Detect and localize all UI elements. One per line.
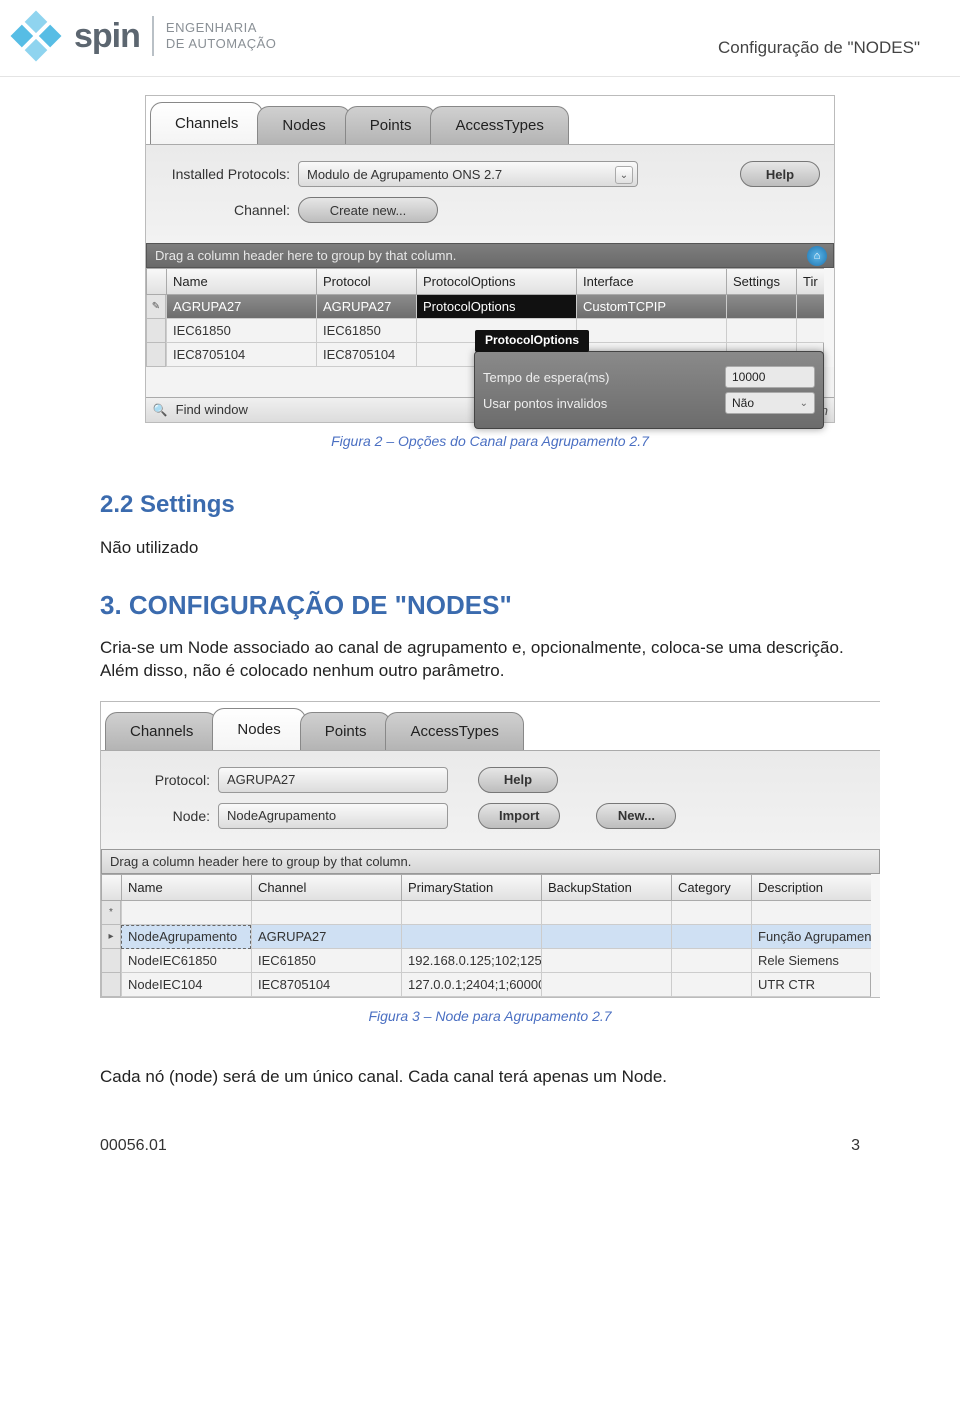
cell-name[interactable]: IEC61850 xyxy=(166,319,316,343)
cell-category[interactable] xyxy=(671,973,751,997)
cell-description[interactable]: Função Agrupamento xyxy=(751,925,871,949)
nodes-grid: Name Channel PrimaryStation BackupStatio… xyxy=(101,874,880,997)
cell-protocol[interactable]: IEC8705104 xyxy=(316,343,416,367)
cell-protocol[interactable]: AGRUPA27 xyxy=(316,295,416,319)
cell-primary[interactable]: 127.0.0.1;2404;1;60000... xyxy=(401,973,541,997)
col-name[interactable]: Name xyxy=(121,874,251,901)
protocol-options-popup: ProtocolOptions Tempo de espera(ms) 1000… xyxy=(474,351,824,429)
tab-channels[interactable]: Channels xyxy=(150,102,263,144)
page-header: spin ENGENHARIA DE AUTOMAÇÃO Configuraçã… xyxy=(0,0,960,77)
search-icon: 🔍 xyxy=(152,402,168,418)
row-edit-icon[interactable]: ✎ xyxy=(146,295,166,319)
text-nao-utilizado: Não utilizado xyxy=(100,537,880,560)
col-description[interactable]: Description xyxy=(751,874,871,901)
closing-paragraph: Cada nó (node) será de um único canal. C… xyxy=(100,1066,880,1089)
heading-2-2-settings: 2.2 Settings xyxy=(100,491,880,519)
cell-settings[interactable] xyxy=(726,295,796,319)
installed-protocols-dropdown[interactable]: Modulo de Agrupamento ONS 2.7 ⌄ xyxy=(298,161,638,187)
cell-primary[interactable]: 192.168.0.125;102;125... xyxy=(401,949,541,973)
spin-logo-icon xyxy=(8,8,64,64)
cell-backup[interactable] xyxy=(541,925,671,949)
logo-text-spin: spin xyxy=(74,17,140,56)
text-section3-para: Cria-se um Node associado ao canal de ag… xyxy=(100,637,880,683)
protocol-dropdown[interactable]: AGRUPA27 xyxy=(218,767,448,793)
tab-points[interactable]: Points xyxy=(300,712,392,750)
help-button[interactable]: Help xyxy=(740,161,820,187)
page-footer: 00056.01 3 xyxy=(0,1107,960,1155)
cell-name[interactable]: NodeIEC61850 xyxy=(121,949,251,973)
cell-tir[interactable] xyxy=(796,295,824,319)
col-interface[interactable]: Interface xyxy=(576,268,726,295)
popup-input-wait[interactable]: 10000 xyxy=(725,366,815,388)
cell-interface[interactable]: CustomTCPIP xyxy=(576,295,726,319)
import-button[interactable]: Import xyxy=(478,803,560,829)
popup-label-invalid: Usar pontos invalidos xyxy=(483,396,607,411)
current-row-icon[interactable]: ▸ xyxy=(101,925,121,949)
cell-name[interactable]: AGRUPA27 xyxy=(166,295,316,319)
doc-id: 00056.01 xyxy=(100,1137,167,1155)
chevron-down-icon: ⌄ xyxy=(615,166,633,184)
cell-name[interactable]: NodeIEC104 xyxy=(121,973,251,997)
node-dropdown[interactable]: NodeAgrupamento xyxy=(218,803,448,829)
chevron-down-icon: ⌄ xyxy=(800,398,808,409)
figure-2-caption: Figura 2 – Opções do Canal para Agrupame… xyxy=(100,433,880,449)
col-tir[interactable]: Tir xyxy=(796,268,824,295)
cell-protocoloptions[interactable]: ProtocolOptions xyxy=(416,295,576,319)
cell-category[interactable] xyxy=(671,925,751,949)
logo-subtitle: ENGENHARIA DE AUTOMAÇÃO xyxy=(166,20,277,51)
label-node: Node: xyxy=(115,808,210,824)
tab-accesstypes[interactable]: AccessTypes xyxy=(385,712,523,750)
cell-description[interactable]: Rele Siemens xyxy=(751,949,871,973)
col-settings[interactable]: Settings xyxy=(726,268,796,295)
group-by-hint-bar[interactable]: Drag a column header here to group by th… xyxy=(101,849,880,874)
tab-accesstypes[interactable]: AccessTypes xyxy=(430,106,568,144)
create-new-channel-button[interactable]: Create new... xyxy=(298,197,438,223)
col-channel[interactable]: Channel xyxy=(251,874,401,901)
col-protocol[interactable]: Protocol xyxy=(316,268,416,295)
group-by-hint-bar[interactable]: Drag a column header here to group by th… xyxy=(146,243,834,268)
col-category[interactable]: Category xyxy=(671,874,751,901)
tab-channels[interactable]: Channels xyxy=(105,712,218,750)
tab-nodes[interactable]: Nodes xyxy=(212,708,305,750)
cell-protocol[interactable]: IEC61850 xyxy=(316,319,416,343)
new-button[interactable]: New... xyxy=(596,803,676,829)
logo-block: spin ENGENHARIA DE AUTOMAÇÃO xyxy=(8,8,276,64)
cell-backup[interactable] xyxy=(541,973,671,997)
cell-category[interactable] xyxy=(671,949,751,973)
tab-nodes[interactable]: Nodes xyxy=(257,106,350,144)
col-backup[interactable]: BackupStation xyxy=(541,874,671,901)
tab-points[interactable]: Points xyxy=(345,106,437,144)
cell-description[interactable]: UTR CTR xyxy=(751,973,871,997)
cell-name[interactable]: IEC8705104 xyxy=(166,343,316,367)
home-icon[interactable]: ⌂ xyxy=(807,246,827,266)
cell-name[interactable]: NodeAgrupamento xyxy=(121,925,251,949)
find-window[interactable]: 🔍 Find window xyxy=(152,402,248,418)
cell-primary[interactable] xyxy=(401,925,541,949)
doc-section-title: Configuração de "NODES" xyxy=(718,8,920,58)
figure-3-screenshot: Channels Nodes Points AccessTypes Protoc… xyxy=(100,701,880,998)
cell-channel[interactable]: AGRUPA27 xyxy=(251,925,401,949)
col-name[interactable]: Name xyxy=(166,268,316,295)
figure-2-screenshot: Channels Nodes Points AccessTypes Instal… xyxy=(145,95,835,423)
cell-channel[interactable]: IEC8705104 xyxy=(251,973,401,997)
figure-3-caption: Figura 3 – Node para Agrupamento 2.7 xyxy=(100,1008,880,1024)
cell-backup[interactable] xyxy=(541,949,671,973)
popup-select-invalid[interactable]: Não ⌄ xyxy=(725,392,815,414)
heading-3-configuracao: 3. CONFIGURAÇÃO DE "NODES" xyxy=(100,590,880,621)
label-protocol: Protocol: xyxy=(115,772,210,788)
col-protocoloptions[interactable]: ProtocolOptions xyxy=(416,268,576,295)
popup-title: ProtocolOptions xyxy=(475,330,589,352)
new-row-icon[interactable]: * xyxy=(101,901,121,925)
label-installed-protocols: Installed Protocols: xyxy=(160,166,290,182)
cell-channel[interactable]: IEC61850 xyxy=(251,949,401,973)
popup-label-wait: Tempo de espera(ms) xyxy=(483,370,609,385)
col-primary[interactable]: PrimaryStation xyxy=(401,874,541,901)
label-channel: Channel: xyxy=(160,202,290,218)
help-button[interactable]: Help xyxy=(478,767,558,793)
logo-divider xyxy=(152,16,154,56)
page-number: 3 xyxy=(851,1137,860,1155)
